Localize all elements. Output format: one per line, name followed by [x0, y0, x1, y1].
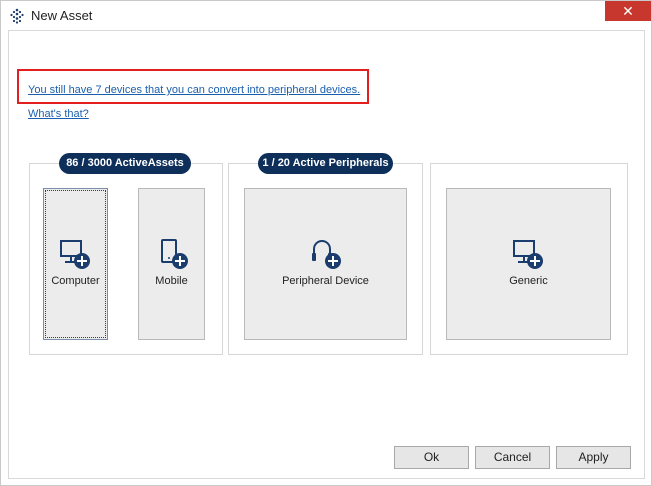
close-button[interactable]: ✕ [605, 1, 651, 21]
generic-label: Generic [509, 275, 548, 287]
mobile-add-icon [161, 239, 188, 269]
generic-tile[interactable]: Generic [446, 188, 611, 340]
headset-add-icon [312, 240, 341, 269]
peripheral-device-label: Peripheral Device [282, 275, 369, 287]
computer-add-icon [60, 240, 90, 269]
window-title: New Asset [31, 8, 93, 23]
peripheral-device-tile[interactable]: Peripheral Device [244, 188, 407, 340]
ok-button[interactable]: Ok [394, 446, 469, 469]
computer-tile[interactable]: Computer [43, 188, 108, 340]
app-logo-icon [10, 8, 24, 24]
cancel-button[interactable]: Cancel [475, 446, 550, 469]
generic-add-icon [513, 240, 543, 269]
convert-devices-link[interactable]: You still have 7 devices that you can co… [28, 84, 360, 96]
computer-label: Computer [51, 275, 100, 287]
active-assets-badge: 86 / 3000 ActiveAssets [59, 153, 191, 174]
mobile-tile[interactable]: Mobile [138, 188, 205, 340]
title-bar: New Asset ✕ [1, 1, 651, 30]
mobile-label: Mobile [155, 275, 188, 287]
new-asset-window: New Asset ✕ You still have 7 devices tha… [0, 0, 652, 486]
close-icon: ✕ [622, 3, 634, 19]
whats-that-link[interactable]: What's that? [28, 108, 89, 120]
active-peripherals-badge: 1 / 20 Active Peripherals [258, 153, 393, 174]
apply-button[interactable]: Apply [556, 446, 631, 469]
